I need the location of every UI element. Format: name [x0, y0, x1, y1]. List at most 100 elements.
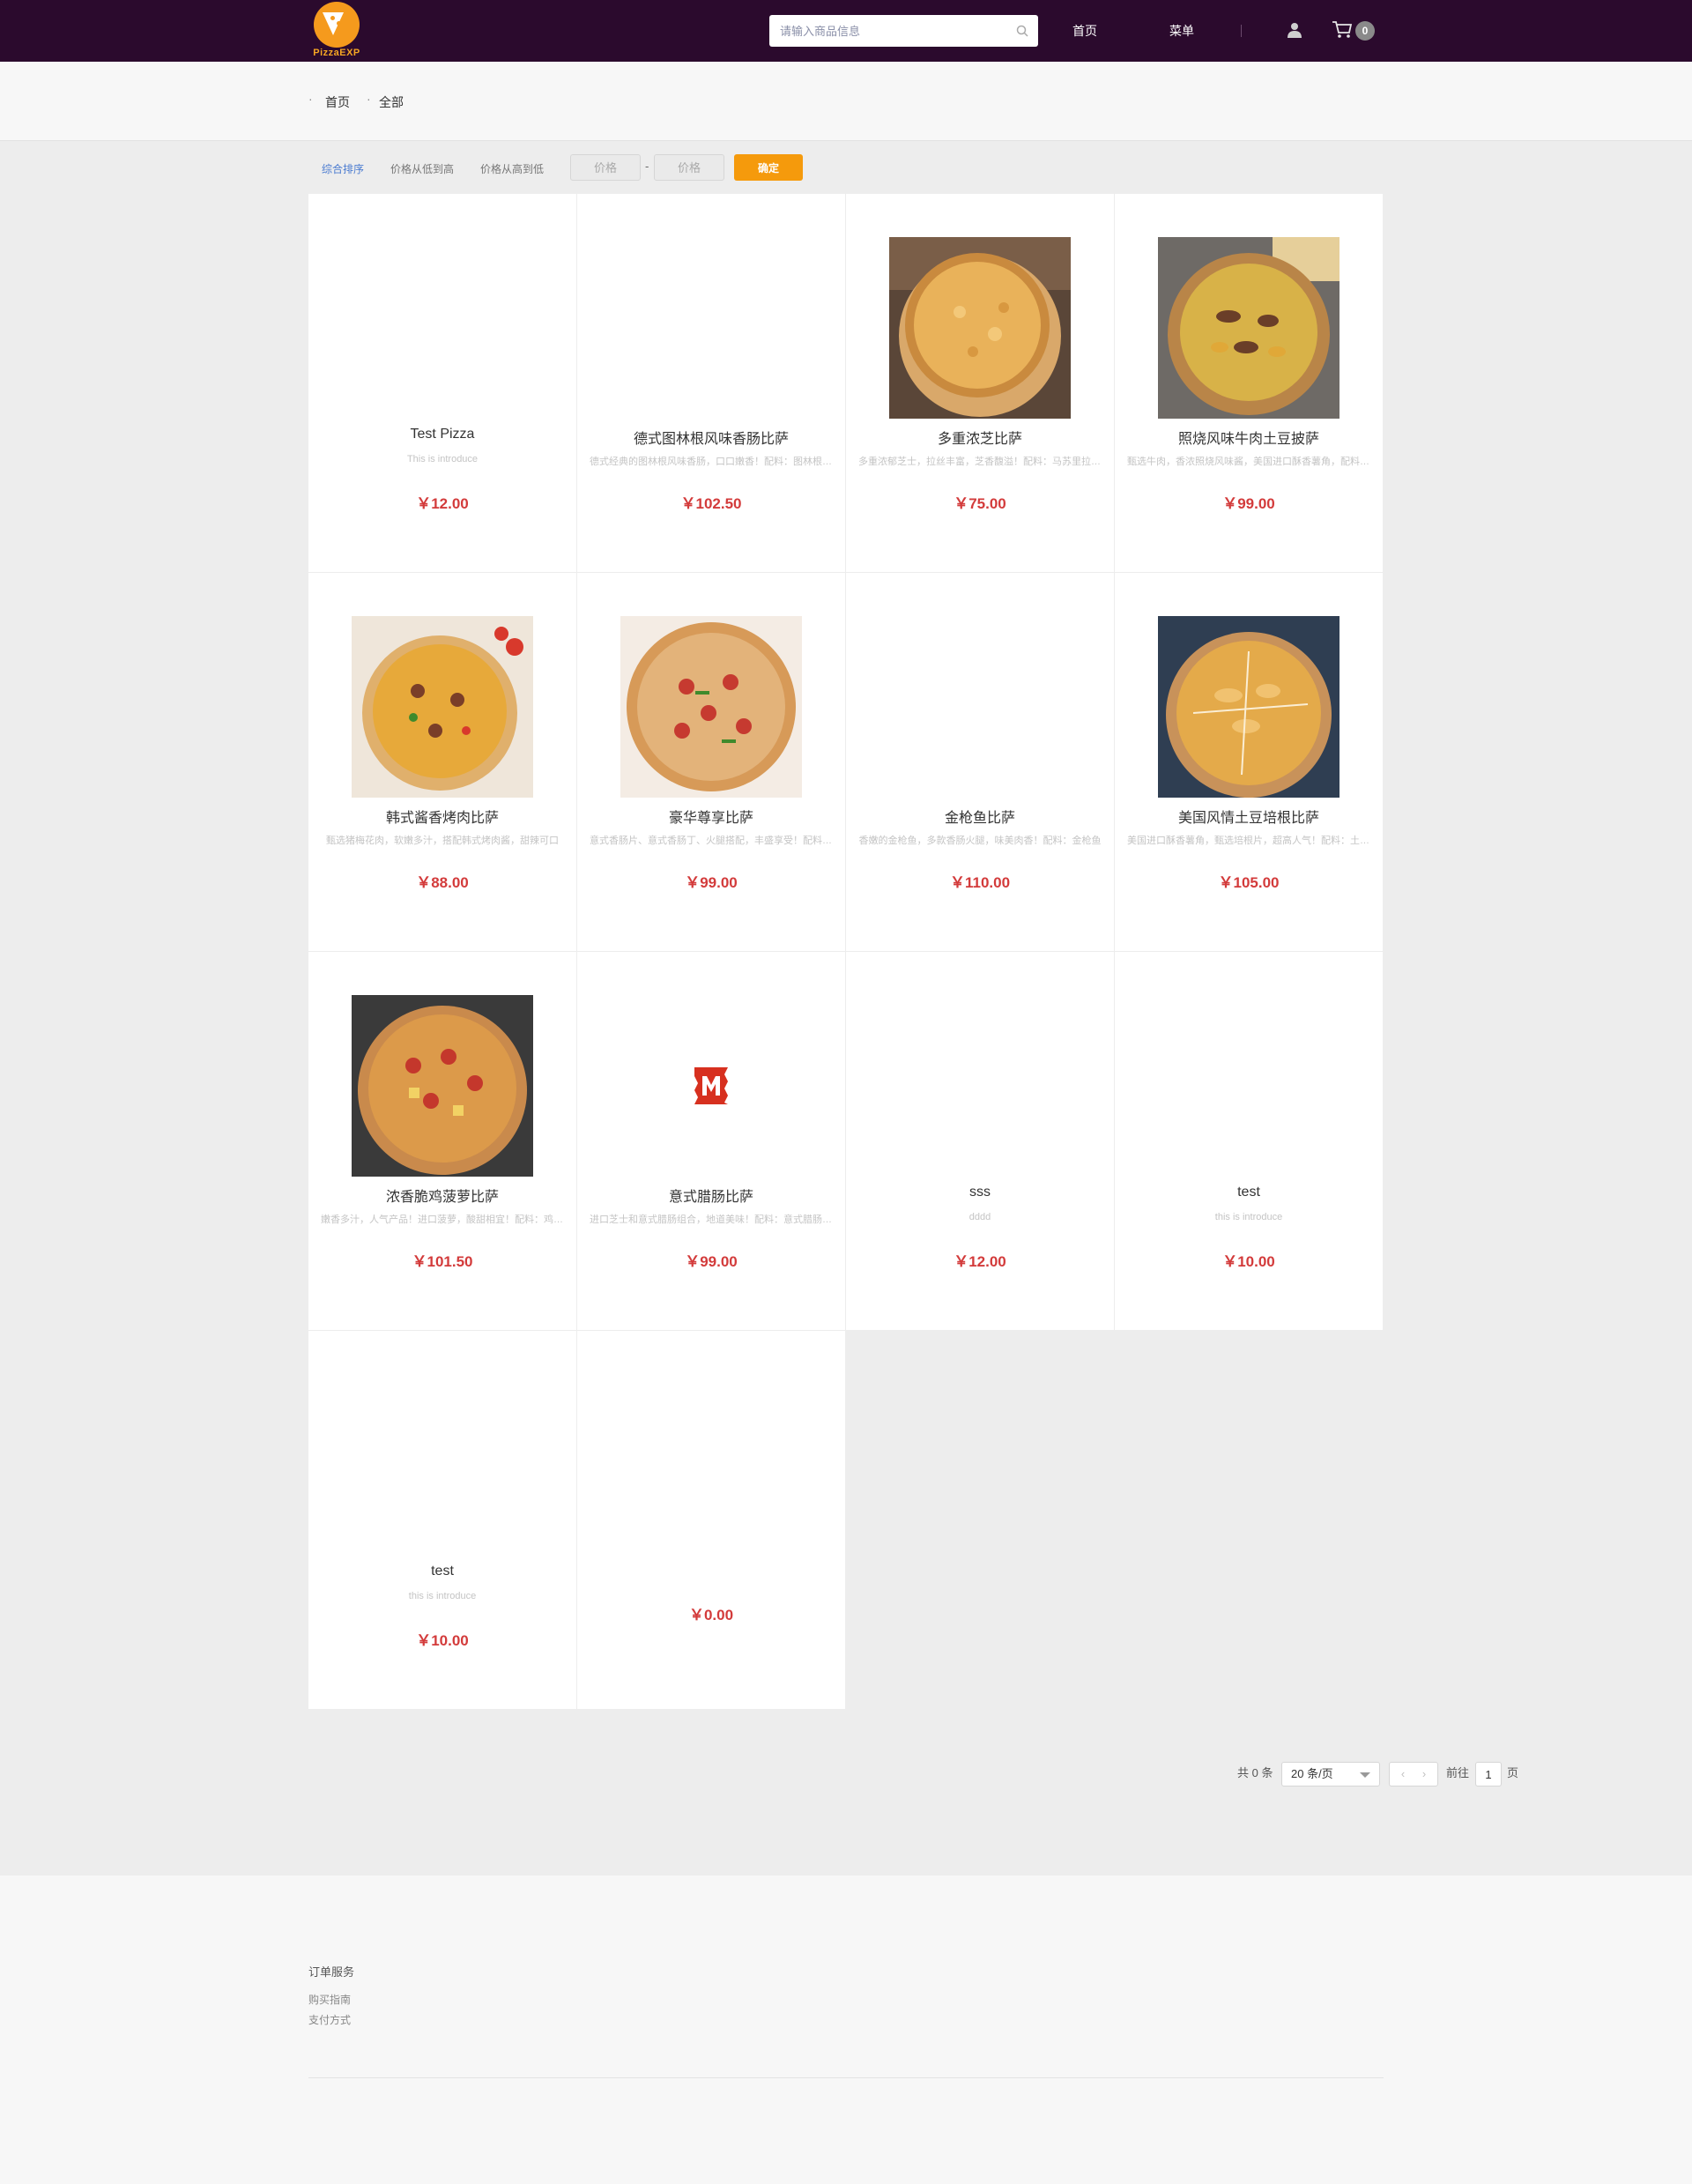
pizza-photo: [620, 616, 802, 798]
product-card[interactable]: 金枪鱼比萨 香嫩的金枪鱼，多款香肠火腿，味美肉香！配料：金枪鱼 ￥110.00: [846, 573, 1114, 951]
min-price-input[interactable]: [570, 154, 641, 181]
product-card[interactable]: 浓香脆鸡菠萝比萨 嫩香多汁，人气产品！进口菠萝，酸甜相宜！配料：鸡肉、菠萝 ￥1…: [308, 952, 576, 1330]
product-name[interactable]: 照烧风味牛肉土豆披萨: [1115, 427, 1383, 448]
user-icon[interactable]: [1286, 21, 1303, 39]
breadcrumb-bullet: ·: [367, 92, 371, 106]
page-size-value: 20 条/页: [1291, 1767, 1333, 1780]
chevron-down-icon: [1360, 1772, 1370, 1778]
product-image[interactable]: [1158, 237, 1340, 419]
cart-count-badge: 0: [1355, 21, 1375, 41]
product-description: 多重浓郁芝士，拉丝丰富，芝香馥溢！配料：马苏里拉芝士、切达芝士: [858, 457, 1102, 467]
product-description: 德式经典的图林根风味香肠，口口嫩香！配料：图林根香肠、马苏里拉芝士: [590, 457, 833, 467]
page-number-input[interactable]: [1475, 1762, 1502, 1787]
product-description: This is introduce: [406, 454, 479, 464]
product-card[interactable]: 意式腊肠比萨 进口芝士和意式腊肠组合，地道美味！配料：意式腊肠、芝士 ￥99.0…: [577, 952, 845, 1330]
product-name[interactable]: test: [1115, 1185, 1383, 1200]
search-icon[interactable]: [1015, 24, 1029, 38]
logo-dot: [337, 21, 341, 26]
product-description: this is introduce: [1214, 1212, 1283, 1222]
product-price: ￥12.00: [954, 1253, 1006, 1270]
nav-home-link[interactable]: 首页: [1072, 22, 1097, 40]
footer-section-title: 订单服务: [308, 1965, 355, 1979]
product-card[interactable]: 多重浓芝比萨 多重浓郁芝士，拉丝丰富，芝香馥溢！配料：马苏里拉芝士、切达芝士 ￥…: [846, 194, 1114, 572]
pizzaexp-logo[interactable]: PizzaEXP: [310, 2, 363, 60]
product-card[interactable]: 豪华尊享比萨 意式香肠片、意式香肠丁、火腿搭配，丰盛享受！配料丰富 ￥99.00: [577, 573, 845, 951]
page-suffix: 页: [1507, 1766, 1519, 1779]
product-name[interactable]: 浓香脆鸡菠萝比萨: [308, 1185, 576, 1206]
product-description: this is introduce: [408, 1591, 477, 1601]
product-image[interactable]: [620, 995, 802, 1177]
footer-link-purchase-guide[interactable]: 购买指南: [308, 1992, 351, 2007]
product-card[interactable]: sss dddd ￥12.00: [846, 952, 1114, 1330]
footer-divider: [308, 2077, 1384, 2078]
brand-m-logo-icon: [694, 1067, 728, 1104]
search-input[interactable]: [769, 15, 1007, 47]
product-card[interactable]: 照烧风味牛肉土豆披萨 甄选牛肉，香浓照烧风味酱，美国进口酥香薯角，配料丰富 ￥9…: [1115, 194, 1383, 572]
product-name[interactable]: 意式腊肠比萨: [577, 1185, 845, 1206]
search-box[interactable]: [769, 15, 1038, 47]
product-description: 进口芝士和意式腊肠组合，地道美味！配料：意式腊肠、芝士: [590, 1215, 833, 1225]
product-description: 意式香肠片、意式香肠丁、火腿搭配，丰盛享受！配料丰富: [590, 836, 833, 846]
cart-icon[interactable]: [1332, 20, 1353, 40]
product-card[interactable]: 韩式酱香烤肉比萨 甄选猪梅花肉，软嫩多汁，搭配韩式烤肉酱，甜辣可口 ￥88.00: [308, 573, 576, 951]
max-price-input[interactable]: [654, 154, 724, 181]
product-description: 嫩香多汁，人气产品！进口菠萝，酸甜相宜！配料：鸡肉、菠萝: [321, 1215, 564, 1225]
sort-price-desc[interactable]: 价格从高到低: [480, 161, 544, 176]
chevron-left-icon[interactable]: ‹: [1397, 1768, 1409, 1780]
product-name[interactable]: 韩式酱香烤肉比萨: [308, 806, 576, 827]
product-name[interactable]: 美国风情土豆培根比萨: [1115, 806, 1383, 827]
page-size-select[interactable]: 20 条/页: [1281, 1762, 1380, 1787]
product-price: ￥12.00: [416, 495, 469, 512]
product-image[interactable]: [1158, 616, 1340, 798]
product-image[interactable]: [889, 237, 1071, 419]
product-price: ￥101.50: [412, 1253, 473, 1270]
product-card[interactable]: test this is introduce ￥10.00: [1115, 952, 1383, 1330]
footer-link-payment[interactable]: 支付方式: [308, 2012, 351, 2027]
pizza-photo: [1158, 616, 1340, 798]
product-name[interactable]: 多重浓芝比萨: [846, 427, 1114, 448]
product-price: ￥110.00: [949, 874, 1011, 891]
footer: [0, 1876, 1692, 2184]
product-name[interactable]: 德式图林根风味香肠比萨: [577, 427, 845, 448]
breadcrumb: [0, 62, 1692, 141]
pizza-photo: [1158, 237, 1340, 419]
product-card[interactable]: 美国风情土豆培根比萨 美国进口酥香薯角，甄选培根片，超高人气！配料：土豆、培根 …: [1115, 573, 1383, 951]
product-card[interactable]: ￥0.00: [577, 1331, 845, 1709]
product-name[interactable]: test: [308, 1564, 576, 1579]
product-price: ￥102.50: [680, 495, 742, 512]
product-price: ￥99.00: [685, 874, 738, 891]
breadcrumb-all[interactable]: 全部: [379, 93, 404, 111]
page-nav: ‹ ›: [1389, 1762, 1438, 1787]
product-card[interactable]: 德式图林根风味香肠比萨 德式经典的图林根风味香肠，口口嫩香！配料：图林根香肠、马…: [577, 194, 845, 572]
pizza-photo: [352, 616, 533, 798]
product-card[interactable]: test this is introduce ￥10.00: [308, 1331, 576, 1709]
product-card[interactable]: Test Pizza This is introduce ￥12.00: [308, 194, 576, 572]
sort-default[interactable]: 综合排序: [322, 161, 364, 176]
nav-menu-link[interactable]: 菜单: [1169, 22, 1194, 40]
logo-dot: [330, 16, 335, 20]
product-price: ￥10.00: [416, 1632, 469, 1649]
product-image[interactable]: [352, 995, 533, 1177]
product-price: ￥99.00: [1222, 495, 1275, 512]
product-price: ￥99.00: [685, 1253, 738, 1270]
product-description: dddd: [968, 1212, 991, 1222]
product-image[interactable]: [352, 616, 533, 798]
product-name[interactable]: 豪华尊享比萨: [577, 806, 845, 827]
breadcrumb-home[interactable]: 首页: [325, 93, 350, 111]
product-name[interactable]: 金枪鱼比萨: [846, 806, 1114, 827]
product-price: ￥88.00: [416, 874, 469, 891]
product-name[interactable]: sss: [846, 1185, 1114, 1200]
product-name[interactable]: Test Pizza: [308, 427, 576, 442]
sort-price-asc[interactable]: 价格从低到高: [390, 161, 454, 176]
product-description: 美国进口酥香薯角，甄选培根片，超高人气！配料：土豆、培根: [1127, 836, 1370, 846]
product-image[interactable]: [620, 616, 802, 798]
chevron-right-icon[interactable]: ›: [1418, 1768, 1430, 1780]
price-range-separator: -: [645, 160, 649, 173]
pagination-total: 共 0 条: [1237, 1766, 1273, 1779]
product-price: ￥75.00: [954, 495, 1006, 512]
product-price: ￥105.00: [1218, 874, 1280, 891]
product-price: ￥0.00: [688, 1607, 734, 1623]
nav-divider: [1241, 25, 1242, 37]
price-filter-confirm-button[interactable]: 确定: [734, 154, 803, 181]
breadcrumb-bullet: ·: [308, 92, 313, 106]
